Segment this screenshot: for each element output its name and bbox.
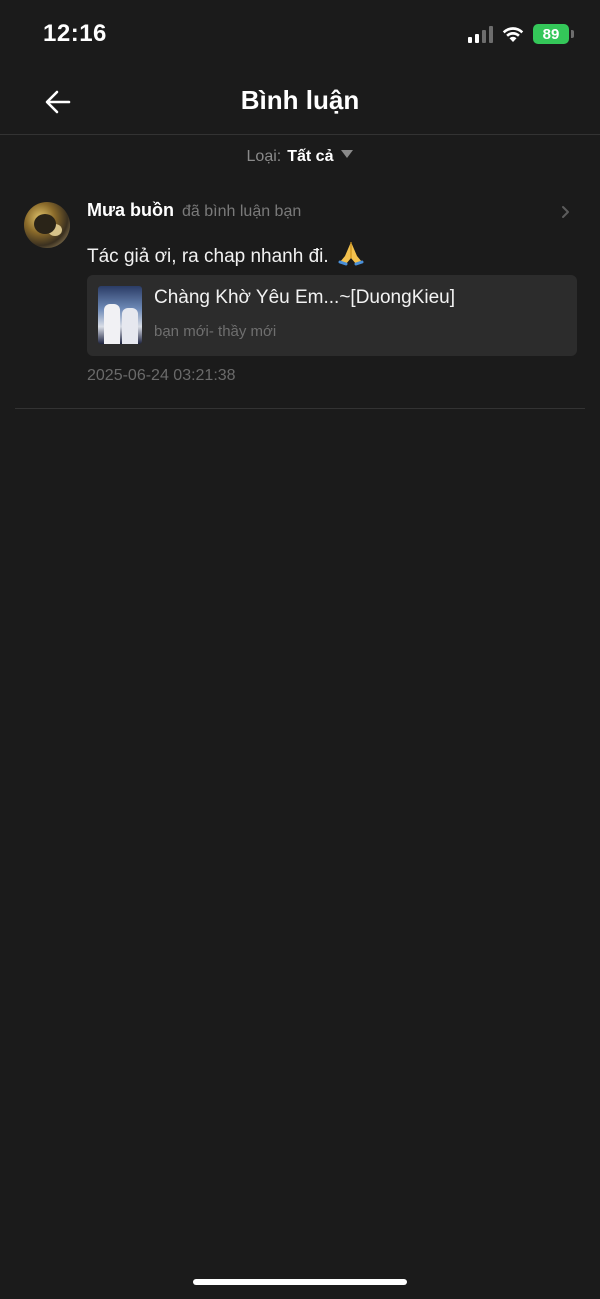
avatar[interactable] [24, 202, 70, 248]
battery-icon: 89 [533, 24, 574, 44]
battery-tip [571, 30, 574, 38]
story-subtitle: bạn mới- thầy mới [154, 323, 277, 340]
story-title: Chàng Khờ Yêu Em...~[DuongKieu] [154, 287, 455, 308]
comment-notification-item[interactable]: Mưa buồn đã bình luận bạn Tác giả ơi, ra … [15, 188, 585, 409]
filter-value[interactable]: Tất cả [287, 148, 333, 165]
user-name[interactable]: Mưa buồn [87, 200, 174, 220]
comment-text-content: Tác giả ơi, ra chap nhanh đi. [87, 246, 329, 267]
comment-header: Mưa buồn đã bình luận bạn [87, 200, 301, 221]
story-cover-image [98, 286, 142, 344]
battery-level-text: 89 [542, 25, 560, 43]
caret-down-icon[interactable] [341, 150, 354, 158]
comment-timestamp: 2025-06-24 03:21:38 [87, 367, 236, 384]
chevron-right-icon[interactable] [559, 202, 573, 222]
status-time: 12:16 [43, 20, 107, 47]
battery-level: 89 [533, 24, 569, 44]
status-bar: 12:16 89 [0, 0, 600, 70]
story-card[interactable]: Chàng Khờ Yêu Em...~[DuongKieu] bạn mới-… [87, 275, 577, 356]
status-icons: 89 [468, 24, 574, 44]
action-text: đã bình luận bạn [182, 203, 302, 220]
type-filter[interactable]: Loại: Tất cả [0, 148, 600, 166]
top-nav-bar: Bình luận [0, 70, 600, 135]
wifi-icon [502, 27, 524, 42]
comment-text: Tác giả ơi, ra chap nhanh đi. [87, 240, 364, 268]
folded-hands-emoji-icon [338, 242, 364, 266]
page-title: Bình luận [240, 85, 360, 115]
filter-label: Loại: [246, 148, 282, 165]
cellular-signal-icon [468, 25, 493, 43]
home-indicator[interactable] [193, 1279, 407, 1285]
